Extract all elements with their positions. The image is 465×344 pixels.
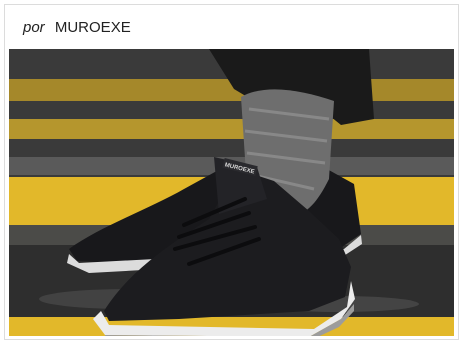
brand-name-link[interactable]: MUROEXE <box>55 19 131 36</box>
product-photo[interactable]: MUROEXE <box>9 49 454 336</box>
byline-prefix: por <box>23 19 45 36</box>
brand-byline: por MUROEXE <box>23 19 131 36</box>
product-card: por MUROEXE MUROEXE <box>4 4 459 340</box>
